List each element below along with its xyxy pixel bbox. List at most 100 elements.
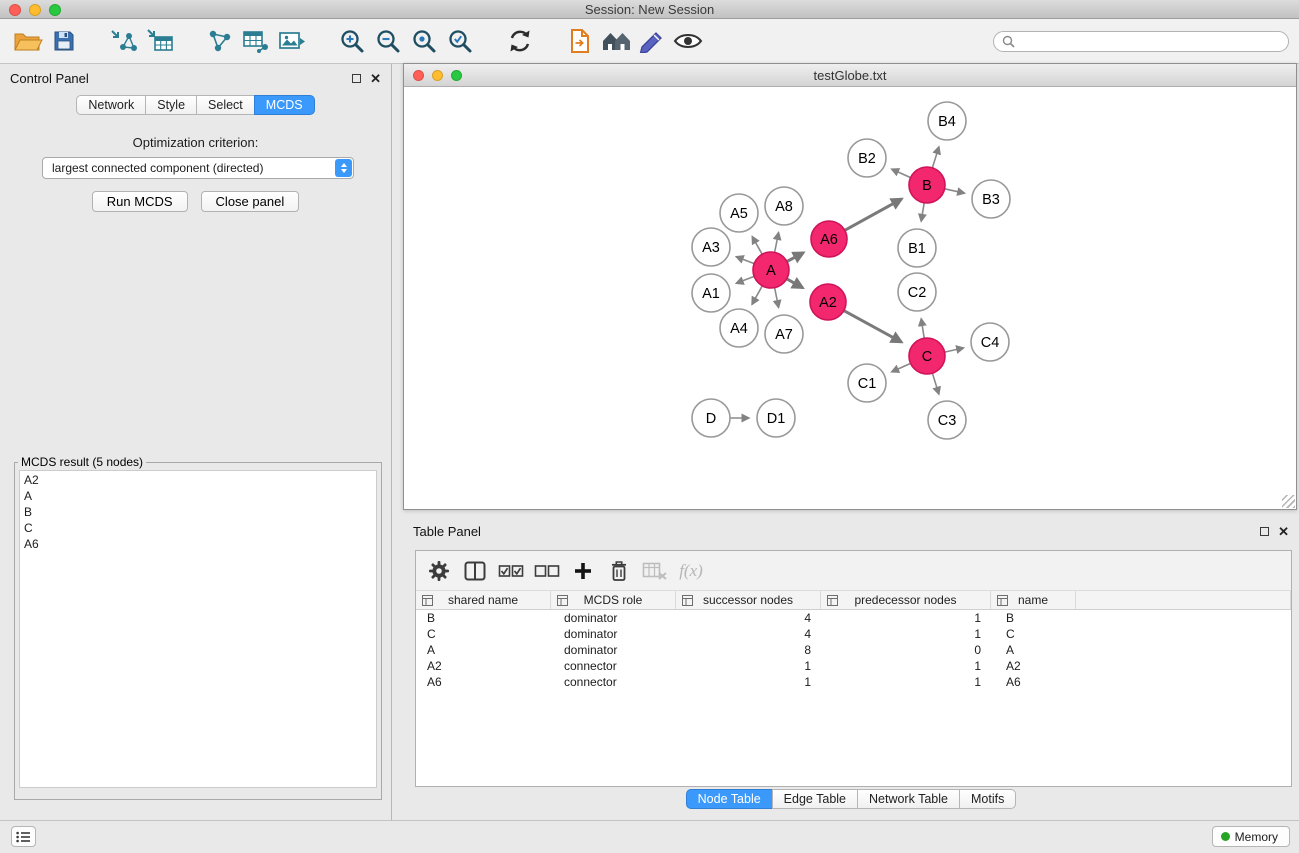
table-cell[interactable] [1076,610,1291,626]
search-box[interactable] [993,31,1289,52]
graph-node-B1[interactable]: B1 [898,229,936,267]
table-cell[interactable]: dominator [551,610,676,626]
float-panel-icon[interactable] [352,74,361,83]
minimize-window-button[interactable] [29,4,41,16]
table-cell[interactable]: B [416,610,551,626]
result-item[interactable]: B [24,504,372,520]
zoom-window-button[interactable] [49,4,61,16]
result-item[interactable]: A6 [24,536,372,552]
graph-edge-A-A4[interactable] [752,286,762,305]
table-cell[interactable]: 1 [676,658,821,674]
column-header-predecessor-nodes[interactable]: predecessor nodes [821,591,991,609]
window-resize-handle[interactable] [1282,495,1295,508]
network-window-titlebar[interactable]: testGlobe.txt [404,64,1296,87]
table-cell[interactable] [1076,658,1291,674]
tab-style[interactable]: Style [145,95,197,115]
table-cell[interactable] [1076,626,1291,642]
graph-edge-C-C2[interactable] [921,319,924,339]
network-close-button[interactable] [413,70,424,81]
table-cell[interactable]: 1 [821,610,991,626]
tab-edge-table[interactable]: Edge Table [772,789,858,809]
zoom-selected-button[interactable] [442,23,478,59]
graph-edge-A-A1[interactable] [736,276,754,283]
network-canvas[interactable]: B4B2BB3A5A8A6B1A3AC2A1A2A4A7C4CC1C3DD1 [404,88,1296,509]
graph-node-C1[interactable]: C1 [848,364,886,402]
panel-chooser-button[interactable] [11,826,36,847]
open-session-button[interactable] [10,23,46,59]
table-cell[interactable]: 4 [676,610,821,626]
graph-node-A6[interactable]: A6 [811,221,847,257]
new-network-from-table-button[interactable] [238,23,274,59]
close-panel-button[interactable]: Close panel [201,191,300,212]
table-cell[interactable]: 1 [821,658,991,674]
table-cell[interactable]: B [991,610,1076,626]
save-session-button[interactable] [46,23,82,59]
graph-node-C4[interactable]: C4 [971,323,1009,361]
graph-node-B2[interactable]: B2 [848,139,886,177]
table-cell[interactable]: 0 [821,642,991,658]
create-column-button[interactable] [568,556,598,586]
graph-node-C[interactable]: C [909,338,945,374]
app-titlebar[interactable]: Session: New Session [0,0,1299,19]
table-cell[interactable]: connector [551,674,676,690]
refresh-view-button[interactable] [502,23,538,59]
open-document-button[interactable] [562,23,598,59]
table-row[interactable]: Adominator80A [416,642,1291,658]
tab-network-table[interactable]: Network Table [857,789,960,809]
tab-network[interactable]: Network [76,95,146,115]
table-row[interactable]: Cdominator41C [416,626,1291,642]
close-control-panel-icon[interactable]: ✕ [370,72,381,85]
graph-node-A4[interactable]: A4 [720,309,758,347]
memory-button[interactable]: Memory [1212,826,1290,847]
float-table-panel-icon[interactable] [1260,527,1269,536]
table-cell[interactable]: A2 [991,658,1076,674]
table-cell[interactable]: dominator [551,642,676,658]
apply-style-button[interactable] [634,23,670,59]
zoom-fit-button[interactable] [406,23,442,59]
import-table-button[interactable] [142,23,178,59]
table-cell[interactable] [1076,642,1291,658]
graph-edge-A-A8[interactable] [775,233,779,253]
result-item[interactable]: C [24,520,372,536]
graph-node-A8[interactable]: A8 [765,187,803,225]
graph-node-B3[interactable]: B3 [972,180,1010,218]
network-zoom-button[interactable] [451,70,462,81]
graph-edge-B-B3[interactable] [945,189,965,193]
graph-node-B[interactable]: B [909,167,945,203]
graph-edge-C-C4[interactable] [945,348,964,352]
table-mode-button[interactable] [424,556,454,586]
table-cell[interactable]: C [991,626,1076,642]
graph-node-A7[interactable]: A7 [765,315,803,353]
graph-node-D[interactable]: D [692,399,730,437]
table-cell[interactable]: 1 [676,674,821,690]
table-cell[interactable]: A6 [991,674,1076,690]
table-cell[interactable] [1076,674,1291,690]
search-input[interactable] [1015,34,1280,48]
show-columns-button[interactable] [460,556,490,586]
table-cell[interactable]: C [416,626,551,642]
graph-edge-A-A3[interactable] [736,257,754,264]
graph-node-A5[interactable]: A5 [720,194,758,232]
graph-edge-B-B2[interactable] [892,169,911,178]
table-cell[interactable]: connector [551,658,676,674]
result-item[interactable]: A2 [24,472,372,488]
table-cell[interactable]: 8 [676,642,821,658]
table-cell[interactable]: dominator [551,626,676,642]
result-item[interactable]: A [24,488,372,504]
graph-node-A[interactable]: A [753,252,789,288]
graph-node-A3[interactable]: A3 [692,228,730,266]
graph-node-D1[interactable]: D1 [757,399,795,437]
table-row[interactable]: A6connector11A6 [416,674,1291,690]
column-header-successor-nodes[interactable]: successor nodes [676,591,821,609]
zoom-in-button[interactable] [334,23,370,59]
table-cell[interactable]: 4 [676,626,821,642]
table-row[interactable]: Bdominator41B [416,610,1291,626]
tab-mcds[interactable]: MCDS [254,95,315,115]
graph-edge-A-A7[interactable] [775,288,779,308]
table-cell[interactable]: A2 [416,658,551,674]
graph-edge-C-C3[interactable] [932,373,939,394]
close-window-button[interactable] [9,4,21,16]
optimization-criterion-select[interactable]: largest connected component (directed) [42,157,354,179]
table-cell[interactable]: A6 [416,674,551,690]
graph-edge-A-A5[interactable] [752,237,762,255]
